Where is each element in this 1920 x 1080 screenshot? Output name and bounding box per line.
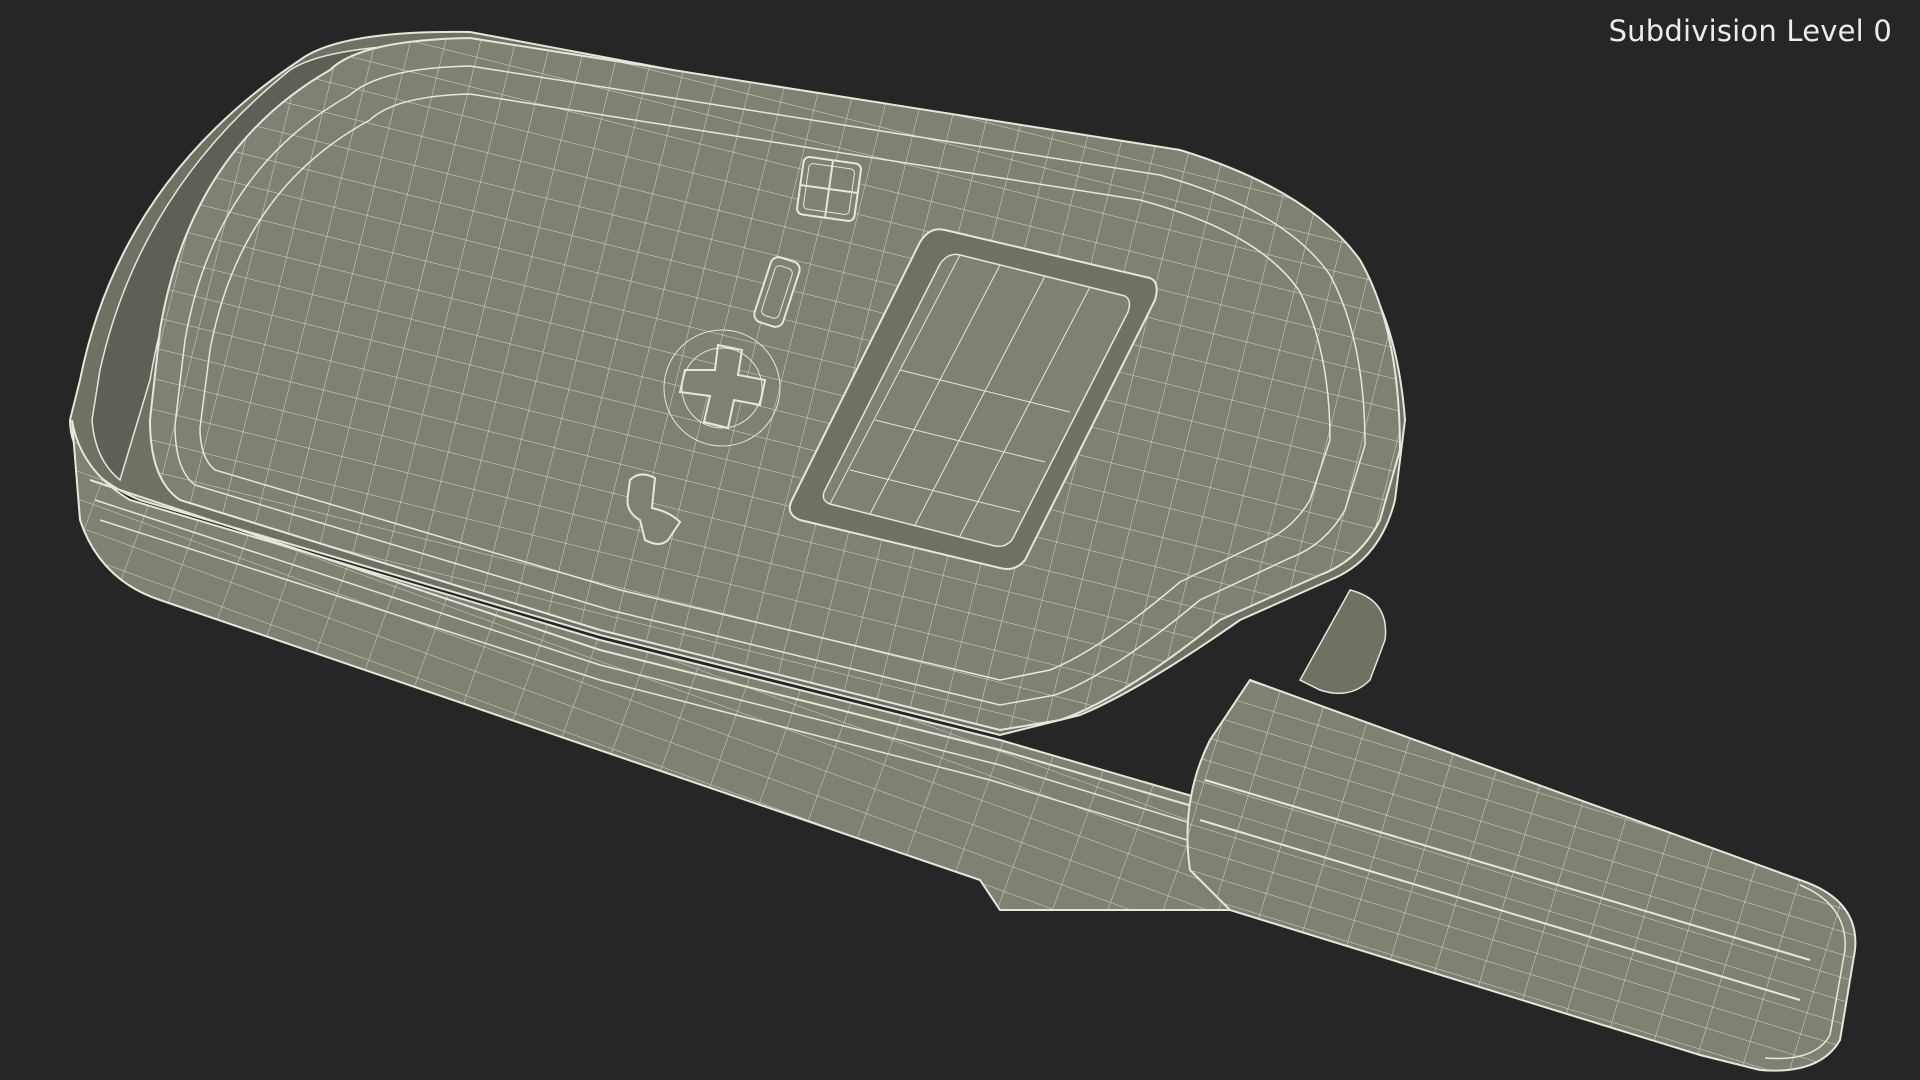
device-antenna — [1186, 678, 1857, 1072]
subdivision-level-label: Subdivision Level 0 — [1608, 14, 1892, 48]
viewport[interactable]: Subdivision Level 0 — [0, 0, 1920, 1080]
device-top-face — [148, 36, 1402, 732]
wireframe-device-model — [68, 30, 1857, 1072]
grid-button — [796, 156, 862, 222]
belt-clip — [1298, 589, 1387, 695]
